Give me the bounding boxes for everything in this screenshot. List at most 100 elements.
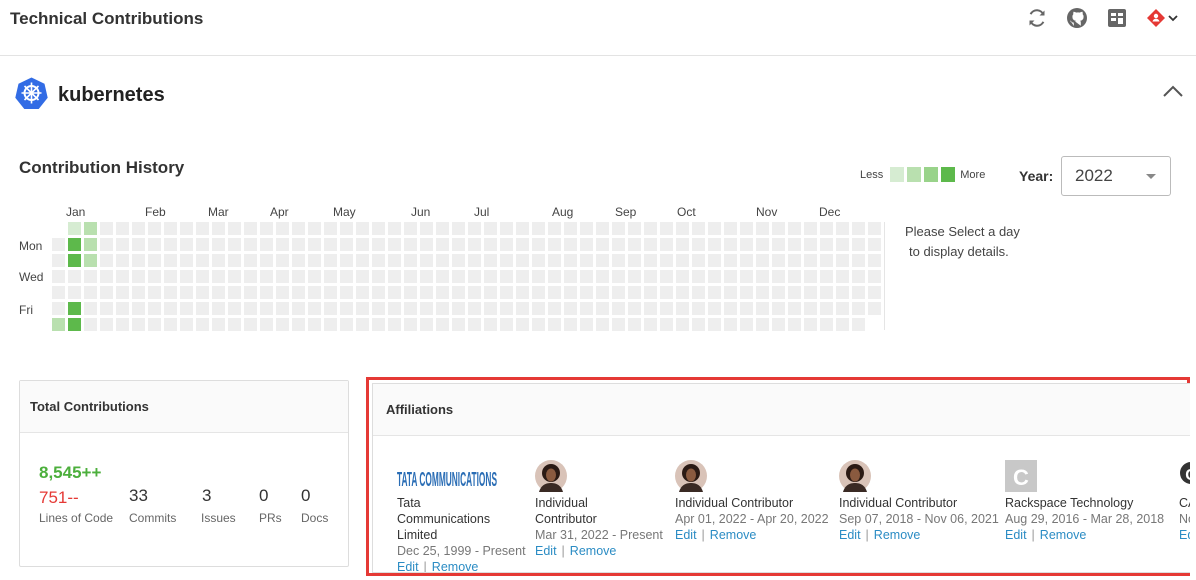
heatmap-day-cell[interactable]	[436, 318, 449, 331]
heatmap-day-cell[interactable]	[612, 254, 625, 267]
heatmap-day-cell[interactable]	[532, 270, 545, 283]
heatmap-day-cell[interactable]	[468, 270, 481, 283]
heatmap-day-cell[interactable]	[692, 270, 705, 283]
heatmap-day-cell[interactable]	[100, 238, 113, 251]
heatmap-day-cell[interactable]	[820, 222, 833, 235]
heatmap-day-cell[interactable]	[132, 222, 145, 235]
collapse-chevron-up-icon[interactable]	[1162, 82, 1184, 100]
remove-affiliation-link[interactable]: Remove	[1040, 528, 1087, 542]
heatmap-day-cell[interactable]	[244, 254, 257, 267]
heatmap-day-cell[interactable]	[500, 286, 513, 299]
heatmap-day-cell[interactable]	[228, 222, 241, 235]
heatmap-day-cell[interactable]	[788, 318, 801, 331]
heatmap-day-cell[interactable]	[852, 286, 865, 299]
heatmap-day-cell[interactable]	[660, 286, 673, 299]
heatmap-day-cell[interactable]	[388, 238, 401, 251]
heatmap-day-cell[interactable]	[308, 270, 321, 283]
heatmap-day-cell[interactable]	[116, 222, 129, 235]
heatmap-day-cell[interactable]	[788, 238, 801, 251]
heatmap-day-cell[interactable]	[436, 238, 449, 251]
heatmap-day-cell[interactable]	[516, 222, 529, 235]
heatmap-day-cell[interactable]	[484, 302, 497, 315]
heatmap-day-cell[interactable]	[420, 222, 433, 235]
heatmap-day-cell[interactable]	[180, 302, 193, 315]
heatmap-day-cell[interactable]	[628, 238, 641, 251]
heatmap-day-cell[interactable]	[196, 286, 209, 299]
heatmap-day-cell[interactable]	[68, 318, 81, 331]
heatmap-day-cell[interactable]	[212, 270, 225, 283]
heatmap-day-cell[interactable]	[196, 222, 209, 235]
heatmap-day-cell[interactable]	[212, 286, 225, 299]
heatmap-day-cell[interactable]	[308, 318, 321, 331]
heatmap-day-cell[interactable]	[164, 302, 177, 315]
heatmap-day-cell[interactable]	[244, 302, 257, 315]
heatmap-day-cell[interactable]	[372, 286, 385, 299]
heatmap-day-cell[interactable]	[84, 318, 97, 331]
heatmap-day-cell[interactable]	[436, 302, 449, 315]
heatmap-day-cell[interactable]	[724, 222, 737, 235]
heatmap-day-cell[interactable]	[388, 270, 401, 283]
heatmap-day-cell[interactable]	[68, 254, 81, 267]
heatmap-day-cell[interactable]	[820, 254, 833, 267]
heatmap-day-cell[interactable]	[852, 270, 865, 283]
heatmap-day-cell[interactable]	[404, 302, 417, 315]
heatmap-day-cell[interactable]	[356, 286, 369, 299]
heatmap-day-cell[interactable]	[52, 270, 65, 283]
heatmap-day-cell[interactable]	[340, 222, 353, 235]
heatmap-day-cell[interactable]	[228, 270, 241, 283]
heatmap-day-cell[interactable]	[452, 270, 465, 283]
heatmap-day-cell[interactable]	[740, 302, 753, 315]
heatmap-day-cell[interactable]	[692, 238, 705, 251]
heatmap-day-cell[interactable]	[52, 286, 65, 299]
heatmap-day-cell[interactable]	[132, 286, 145, 299]
heatmap-day-cell[interactable]	[340, 318, 353, 331]
heatmap-day-cell[interactable]	[228, 238, 241, 251]
heatmap-day-cell[interactable]	[292, 318, 305, 331]
heatmap-day-cell[interactable]	[628, 270, 641, 283]
calendar-grid-icon[interactable]	[1106, 7, 1128, 29]
heatmap-day-cell[interactable]	[612, 270, 625, 283]
heatmap-day-cell[interactable]	[420, 270, 433, 283]
heatmap-day-cell[interactable]	[676, 286, 689, 299]
heatmap-day-cell[interactable]	[260, 238, 273, 251]
heatmap-day-cell[interactable]	[292, 270, 305, 283]
heatmap-day-cell[interactable]	[468, 318, 481, 331]
heatmap-day-cell[interactable]	[852, 254, 865, 267]
heatmap-day-cell[interactable]	[340, 254, 353, 267]
heatmap-day-cell[interactable]	[324, 286, 337, 299]
heatmap-day-cell[interactable]	[324, 302, 337, 315]
heatmap-day-cell[interactable]	[724, 286, 737, 299]
remove-affiliation-link[interactable]: Remove	[874, 528, 921, 542]
heatmap-day-cell[interactable]	[804, 222, 817, 235]
remove-affiliation-link[interactable]: Remove	[710, 528, 757, 542]
heatmap-day-cell[interactable]	[388, 286, 401, 299]
heatmap-day-cell[interactable]	[260, 270, 273, 283]
heatmap-day-cell[interactable]	[468, 254, 481, 267]
heatmap-day-cell[interactable]	[324, 222, 337, 235]
heatmap-day-cell[interactable]	[164, 222, 177, 235]
heatmap-day-cell[interactable]	[180, 270, 193, 283]
edit-affiliation-link[interactable]: Edit	[675, 528, 697, 542]
heatmap-day-cell[interactable]	[132, 254, 145, 267]
heatmap-day-cell[interactable]	[132, 238, 145, 251]
heatmap-day-cell[interactable]	[708, 254, 721, 267]
heatmap-day-cell[interactable]	[804, 318, 817, 331]
heatmap-day-cell[interactable]	[676, 270, 689, 283]
heatmap-day-cell[interactable]	[692, 286, 705, 299]
heatmap-day-cell[interactable]	[52, 318, 65, 331]
heatmap-day-cell[interactable]	[868, 286, 881, 299]
heatmap-day-cell[interactable]	[388, 222, 401, 235]
remove-affiliation-link[interactable]: Remove	[570, 544, 617, 558]
heatmap-day-cell[interactable]	[180, 254, 193, 267]
heatmap-day-cell[interactable]	[516, 286, 529, 299]
refresh-icon[interactable]	[1026, 7, 1048, 29]
heatmap-day-cell[interactable]	[388, 302, 401, 315]
heatmap-day-cell[interactable]	[740, 270, 753, 283]
heatmap-day-cell[interactable]	[724, 270, 737, 283]
heatmap-day-cell[interactable]	[644, 302, 657, 315]
heatmap-day-cell[interactable]	[212, 254, 225, 267]
heatmap-day-cell[interactable]	[500, 318, 513, 331]
heatmap-day-cell[interactable]	[404, 286, 417, 299]
heatmap-day-cell[interactable]	[420, 302, 433, 315]
heatmap-day-cell[interactable]	[740, 318, 753, 331]
